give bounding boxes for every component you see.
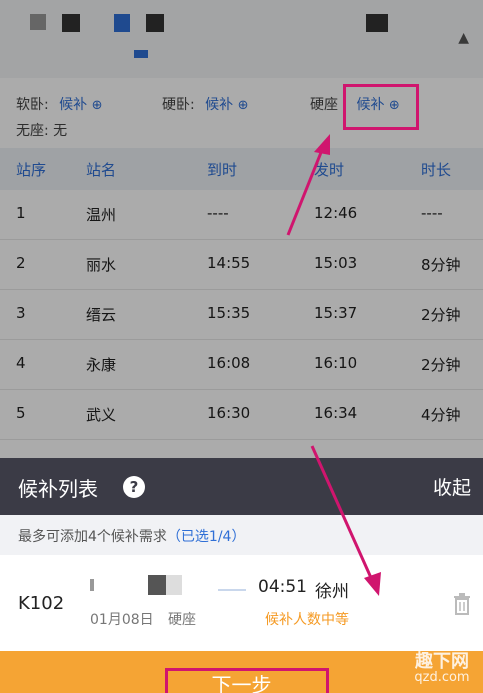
waitlist-sheet-header: 候补列表 ? 收起 (0, 458, 483, 515)
arrival-time: 04:51 (258, 577, 307, 597)
train-number: K102 (18, 593, 65, 614)
waitlist-status: 候补人数中等 (265, 612, 349, 628)
selected-count: （已选1/4） (166, 529, 246, 545)
collapse-button[interactable]: 收起 (433, 473, 471, 500)
watermark: 趣下网 qzd.com (407, 651, 477, 686)
waitlist-hint: 最多可添加4个候补需求（已选1/4） (0, 515, 483, 555)
modal-overlay[interactable] (0, 0, 483, 458)
seat-type: 硬座 (168, 612, 196, 628)
redacted-departure-time (90, 579, 94, 591)
question-circle-icon[interactable]: ? (123, 476, 145, 498)
redacted-departure-station (148, 575, 166, 595)
highlight-box (165, 668, 329, 693)
highlight-box (343, 84, 419, 130)
hint-text: 最多可添加4个候补需求 (18, 529, 167, 545)
watermark-title: 趣下网 (415, 651, 469, 672)
watermark-url: qzd.com (414, 670, 470, 685)
waitlist-item[interactable]: K102 04:51 徐州 01月08日 硬座 候补人数中等 (0, 555, 483, 651)
travel-date: 01月08日 (90, 612, 154, 628)
trash-icon[interactable] (453, 593, 471, 615)
redacted-departure-station (166, 575, 182, 595)
route-arrow (218, 589, 246, 591)
sheet-title: 候补列表 (18, 477, 98, 501)
arrival-station: 徐州 (315, 582, 349, 602)
